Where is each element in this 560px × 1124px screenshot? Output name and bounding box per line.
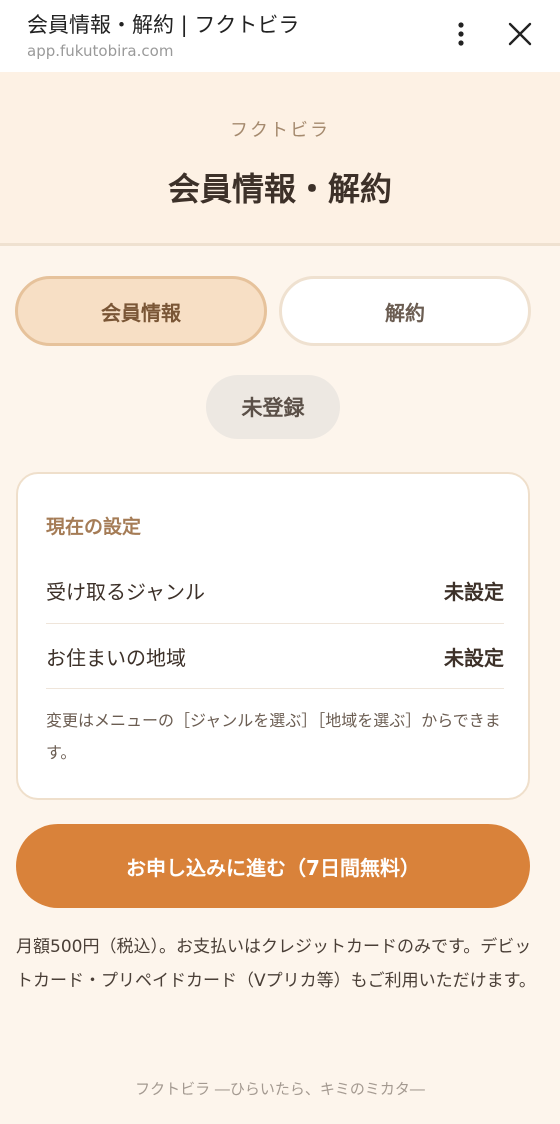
page-title: 会員情報・解約: [167, 170, 392, 208]
divider: [46, 688, 504, 689]
settings-title: 現在の設定: [46, 516, 142, 538]
tab-cancel[interactable]: 解約: [279, 276, 531, 346]
price-note: 月額500円（税込）。お支払いはクレジットカードのみです。デビットカード・プリペ…: [16, 937, 536, 991]
window-title: 会員情報・解約 | フクトビラ: [27, 13, 300, 37]
setting-value: 未設定: [444, 646, 504, 670]
setting-value: 未設定: [444, 579, 504, 604]
close-button[interactable]: [502, 16, 538, 52]
setting-row-genre: 受け取るジャンル 未設定: [46, 557, 504, 623]
setting-label: お住まいの地域: [46, 646, 186, 670]
more-menu-button[interactable]: [445, 18, 477, 50]
status-badge: 未登録: [206, 375, 340, 439]
settings-note: 変更はメニューの［ジャンルを選ぶ］［地域を選ぶ］からできます。: [46, 711, 501, 762]
brand-name: フクトビラ: [230, 120, 330, 141]
settings-card: 現在の設定 受け取るジャンル 未設定 お住まいの地域 未設定 変更はメニューの［…: [16, 472, 530, 800]
url-text: app.fukutobira.com: [27, 42, 174, 60]
browser-toolbar: 会員情報・解約 | フクトビラ app.fukutobira.com: [0, 0, 560, 72]
setting-label: 受け取るジャンル: [46, 579, 205, 604]
footer-tagline: フクトビラ ―ひらいたら、キミのミカタ―: [135, 1080, 425, 1098]
apply-button[interactable]: お申し込みに進む（7日間無料）: [16, 824, 530, 908]
tab-member-info[interactable]: 会員情報: [15, 276, 267, 346]
close-icon: [508, 22, 532, 46]
setting-row-region: お住まいの地域 未設定: [46, 623, 504, 689]
more-vertical-icon: [458, 22, 464, 46]
page-header: フクトビラ 会員情報・解約: [0, 72, 560, 246]
